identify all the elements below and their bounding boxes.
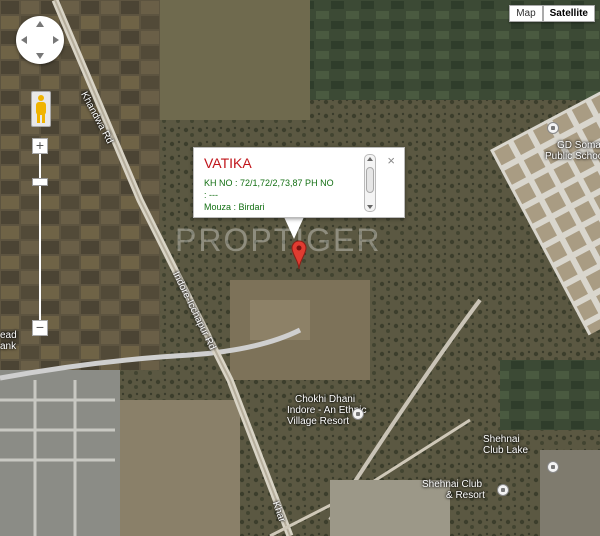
pan-up-icon[interactable] <box>36 21 44 27</box>
map-type-map-button[interactable]: Map <box>509 5 543 22</box>
pan-down-icon[interactable] <box>36 53 44 59</box>
label-and-resort: & Resort <box>446 490 485 501</box>
lake-poi-icon[interactable] <box>547 461 559 473</box>
info-mouza: Mouza : Birdari <box>204 202 265 212</box>
pan-left-icon[interactable] <box>21 36 27 44</box>
info-ph-no: : --- <box>204 190 218 200</box>
school-poi-icon[interactable] <box>547 122 559 134</box>
map-type-control: Map Satellite <box>509 5 595 22</box>
pan-right-icon[interactable] <box>53 36 59 44</box>
label-club-lake: Club Lake <box>483 445 529 456</box>
label-village-resort: Village Resort <box>287 416 350 427</box>
zoom-in-button[interactable]: + <box>32 138 48 154</box>
close-icon[interactable]: × <box>387 153 395 168</box>
label-public-school: Public School <box>545 151 600 162</box>
pegman-icon[interactable] <box>31 91 51 127</box>
zoom-out-button[interactable]: − <box>32 320 48 336</box>
map-marker-icon[interactable] <box>291 240 307 270</box>
zoom-slider-thumb[interactable] <box>32 178 48 186</box>
label-tank-2: ank <box>0 341 17 352</box>
resort-poi-icon[interactable] <box>352 408 364 420</box>
info-scrollbar[interactable] <box>364 154 376 212</box>
watermark-text: PROPTIGER <box>175 222 382 258</box>
map-type-satellite-button[interactable]: Satellite <box>542 5 595 22</box>
info-window-tail <box>284 217 304 239</box>
info-kh-no: KH NO : 72/1,72/2,73,87 PH NO <box>204 178 334 188</box>
info-window: VATIKA KH NO : 72/1,72/2,73,87 PH NO : -… <box>193 147 405 218</box>
pan-control-icon[interactable] <box>16 16 64 64</box>
club-poi-icon[interactable] <box>497 484 509 496</box>
info-title: VATIKA <box>204 155 252 171</box>
satellite-map[interactable]: PROPTIGER GD Somani Public School Khandw… <box>0 0 600 536</box>
